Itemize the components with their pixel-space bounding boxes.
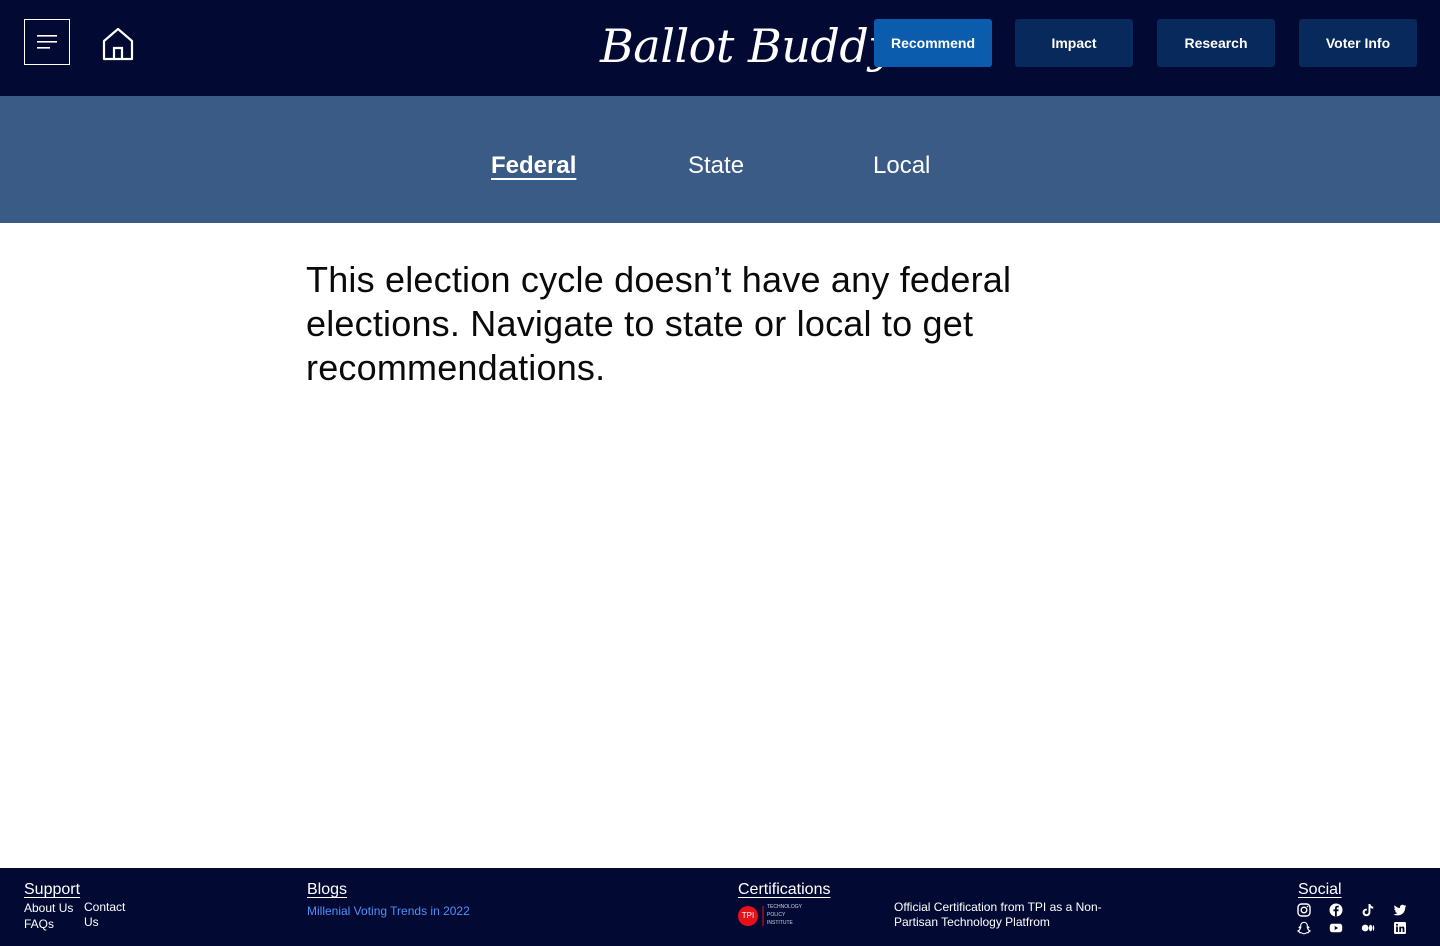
brand-logo[interactable]: Ballot Buddy [600,14,894,78]
facebook-icon[interactable] [1329,903,1343,917]
faqs-link[interactable]: FAQs [24,917,54,932]
home-button[interactable] [100,26,136,62]
tab-state[interactable]: State [688,150,744,182]
tab-local[interactable]: Local [873,150,930,182]
tpi-logo: TPI TECHNOLOGY POLICY INSTITUTE [738,904,818,928]
home-icon [102,27,134,61]
youtube-icon[interactable] [1329,921,1343,935]
no-elections-message: This election cycle doesn’t have any fed… [306,259,1012,388]
top-navigation-bar: Ballot Buddy Recommend Impact Research V… [0,0,1440,96]
tiktok-icon[interactable] [1361,903,1375,917]
blogs-heading: Blogs [307,881,348,898]
tpi-logo-sub1: TECHNOLOGY [767,904,803,910]
contact-us-link[interactable]: Contact Us [84,900,125,930]
contact-us-line1: Contact [84,900,126,914]
menu-button[interactable] [24,19,70,65]
research-button[interactable]: Research [1157,19,1275,67]
tab-federal[interactable]: Federal [491,150,576,182]
hamburger-menu-icon [37,35,57,49]
tpi-logo-mark: TPI [741,911,755,920]
election-level-tabs: Federal State Local [0,96,1440,223]
voter-info-button[interactable]: Voter Info [1299,19,1417,67]
medium-icon[interactable] [1361,921,1375,935]
blog-post-link[interactable]: Millenial Voting Trends in 2022 [307,904,470,918]
about-us-link[interactable]: About Us [24,901,73,916]
certifications-heading: Certifications [738,881,831,898]
certification-text: Official Certification from TPI as a Non… [894,900,1102,929]
snapchat-icon[interactable] [1297,921,1311,935]
social-heading: Social [1298,881,1342,898]
twitter-icon[interactable] [1393,903,1407,917]
tpi-logo-sub3: INSTITUTE [767,920,793,926]
footer: Support About Us FAQs Contact Us Blogs M… [0,868,1440,946]
support-heading: Support [24,881,81,898]
contact-us-line2: Us [84,915,99,929]
recommend-button[interactable]: Recommend [874,19,992,67]
impact-button[interactable]: Impact [1015,19,1133,67]
linkedin-icon[interactable] [1393,921,1407,935]
instagram-icon[interactable] [1297,903,1311,917]
tpi-logo-sub2: POLICY [767,912,786,918]
